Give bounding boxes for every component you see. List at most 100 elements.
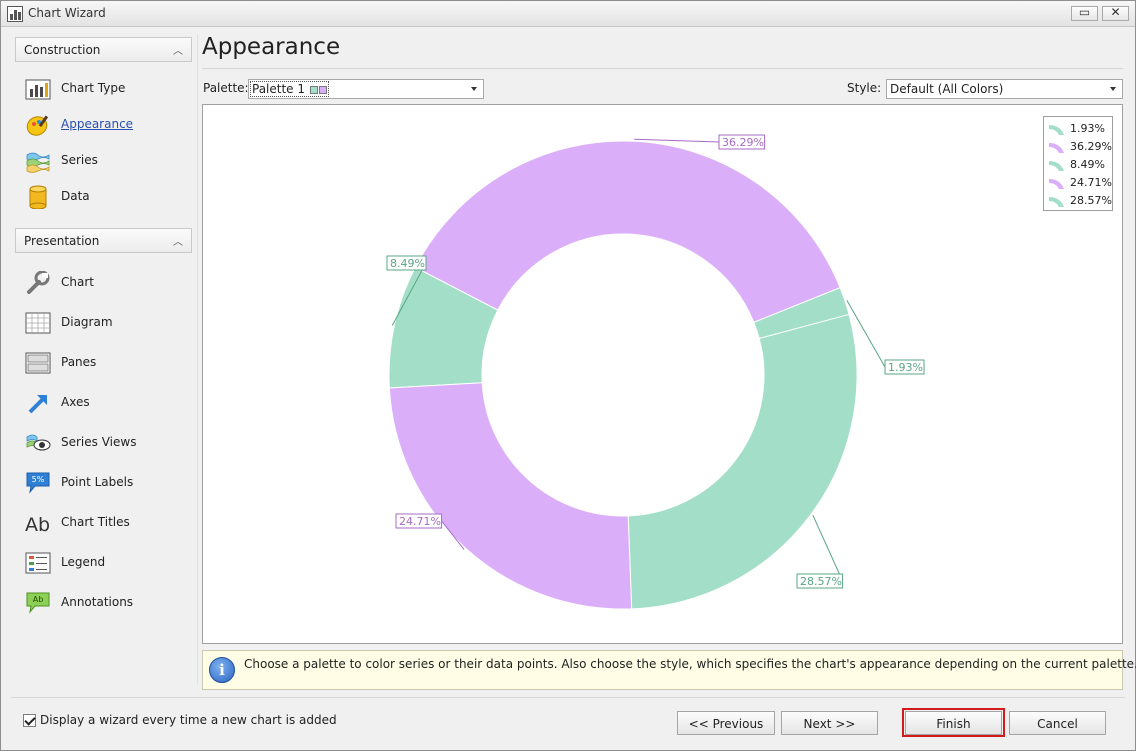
finish-button[interactable]: Finish [905, 711, 1002, 735]
chart-legend: 1.93% 36.29% 8.49% 24.71% 28.57% [1043, 116, 1113, 211]
legend-item: 36.29% [1048, 138, 1112, 156]
palette-swatch-green [309, 86, 318, 94]
label-connector [812, 514, 844, 582]
donut-slice [627, 313, 858, 610]
collapse-caret-icon[interactable]: ︿ [173, 233, 183, 248]
legend-item: 28.57% [1048, 192, 1112, 210]
palette-select-value: Palette 1 [250, 81, 329, 97]
axes-arrow-icon [28, 395, 47, 414]
sidebar-item-series[interactable]: Series [21, 146, 191, 176]
chevron-down-icon[interactable] [1106, 80, 1122, 98]
presentation-group-label: Presentation [24, 234, 100, 248]
sidebar-item-label: Chart Titles [61, 515, 130, 529]
label-connector [634, 138, 720, 143]
legend-item: 24.71% [1048, 174, 1112, 192]
chart-type-icon [25, 79, 51, 100]
svg-text:5%: 5% [32, 475, 45, 484]
style-label: Style: [847, 81, 882, 95]
chart-titles-icon: Ab [25, 514, 50, 535]
sidebar-item-chart-titles[interactable]: Ab Chart Titles [21, 508, 191, 538]
chart-wizard-window: Chart Wizard ▭ ✕ Construction ︿ Chart Ty… [0, 0, 1136, 751]
legend-icon [25, 552, 51, 574]
sidebar-item-label: Legend [61, 555, 106, 569]
maximize-icon: ▭ [1078, 5, 1091, 19]
sidebar-item-label: Annotations [61, 595, 134, 609]
point-label: 28.57% [800, 575, 842, 588]
sidebar-item-legend[interactable]: Legend [21, 548, 191, 578]
sidebar-item-data[interactable]: Data [21, 182, 191, 212]
sidebar-item-label: Series Views [61, 435, 137, 449]
sidebar-item-label: Appearance [61, 117, 134, 131]
collapse-caret-icon[interactable]: ︿ [173, 42, 183, 57]
svg-text:Ab: Ab [33, 595, 44, 604]
legend-marker [1049, 179, 1064, 189]
legend-item: 1.93% [1048, 120, 1112, 138]
palette-select[interactable]: Palette 1 [248, 79, 484, 99]
donut-slice [414, 140, 841, 323]
wrench-icon [27, 271, 50, 294]
sidebar-item-chart[interactable]: Chart [21, 268, 191, 298]
next-button[interactable]: Next >> [781, 711, 878, 735]
point-label: 24.71% [399, 515, 441, 528]
info-bar: i Choose a palette to color series or th… [202, 650, 1136, 690]
panes-icon [25, 352, 51, 374]
annotations-icon: Ab [26, 592, 50, 614]
chart-preview: 1.93% 36.29% 8.49% 24.71% 28.57% 1.93% 36.29… [202, 104, 1123, 644]
palette-label: Palette: [203, 81, 249, 95]
palette-icon [26, 115, 49, 136]
style-select[interactable]: Default (All Colors) [886, 79, 1123, 99]
point-label: 1.93% [888, 361, 923, 374]
close-icon: ✕ [1110, 5, 1121, 19]
window-title: Chart Wizard [28, 6, 106, 20]
show-wizard-label: Display a wizard every time a new chart … [40, 713, 337, 727]
sidebar-item-label: Chart [61, 275, 94, 289]
construction-group-label: Construction [24, 43, 101, 57]
database-icon [29, 185, 47, 209]
info-text: Choose a palette to color series or thei… [244, 657, 1136, 671]
sidebar-item-series-views[interactable]: Series Views [21, 428, 191, 458]
cancel-button[interactable]: Cancel [1009, 711, 1106, 735]
sidebar-item-label: Point Labels [61, 475, 134, 489]
series-views-icon [26, 434, 51, 451]
sidebar-item-axes[interactable]: Axes [21, 388, 191, 418]
sidebar-item-label: Panes [61, 355, 97, 369]
maximize-button[interactable]: ▭ [1071, 5, 1098, 21]
svg-text:Ab: Ab [25, 514, 50, 535]
sidebar-item-label: Data [61, 189, 90, 203]
sidebar-item-label: Axes [61, 395, 90, 409]
doughnut-chart: 1.93% 36.29% 8.49% 24.71% 28.57% [386, 134, 925, 610]
sidebar-item-label: Chart Type [61, 81, 126, 95]
info-icon: i [209, 657, 235, 683]
presentation-group-header[interactable]: Presentation ︿ [15, 228, 192, 253]
sidebar-divider [197, 34, 198, 684]
legend-marker [1049, 197, 1064, 207]
point-label: 36.29% [722, 136, 764, 149]
construction-group-header[interactable]: Construction ︿ [15, 37, 192, 62]
sidebar-item-point-labels[interactable]: 5% Point Labels [21, 468, 191, 498]
sidebar-item-label: Series [61, 153, 98, 167]
close-button[interactable]: ✕ [1102, 5, 1129, 21]
sidebar-item-chart-type[interactable]: Chart Type [21, 74, 191, 104]
legend-item: 8.49% [1048, 156, 1112, 174]
legend-marker [1049, 143, 1064, 153]
app-icon [7, 6, 23, 22]
title-divider [202, 68, 1123, 69]
legend-marker [1049, 161, 1064, 171]
point-labels-icon: 5% [26, 472, 50, 494]
previous-button[interactable]: << Previous [677, 711, 775, 735]
sidebar-item-annotations[interactable]: Ab Annotations [21, 588, 191, 618]
chevron-down-icon[interactable] [467, 80, 483, 98]
series-icon [26, 152, 50, 173]
show-wizard-checkbox[interactable] [23, 714, 36, 727]
point-label: 8.49% [390, 257, 425, 270]
page-title: Appearance [202, 34, 341, 60]
legend-marker [1049, 125, 1064, 135]
donut-slice [388, 382, 633, 610]
palette-swatch-purple [318, 86, 327, 94]
sidebar-item-panes[interactable]: Panes [21, 348, 191, 378]
diagram-icon [25, 312, 51, 334]
footer-divider [11, 697, 1125, 698]
sidebar-item-diagram[interactable]: Diagram [21, 308, 191, 338]
title-bar: Chart Wizard ▭ ✕ [1, 1, 1135, 27]
sidebar-item-appearance[interactable]: Appearance [21, 110, 191, 140]
